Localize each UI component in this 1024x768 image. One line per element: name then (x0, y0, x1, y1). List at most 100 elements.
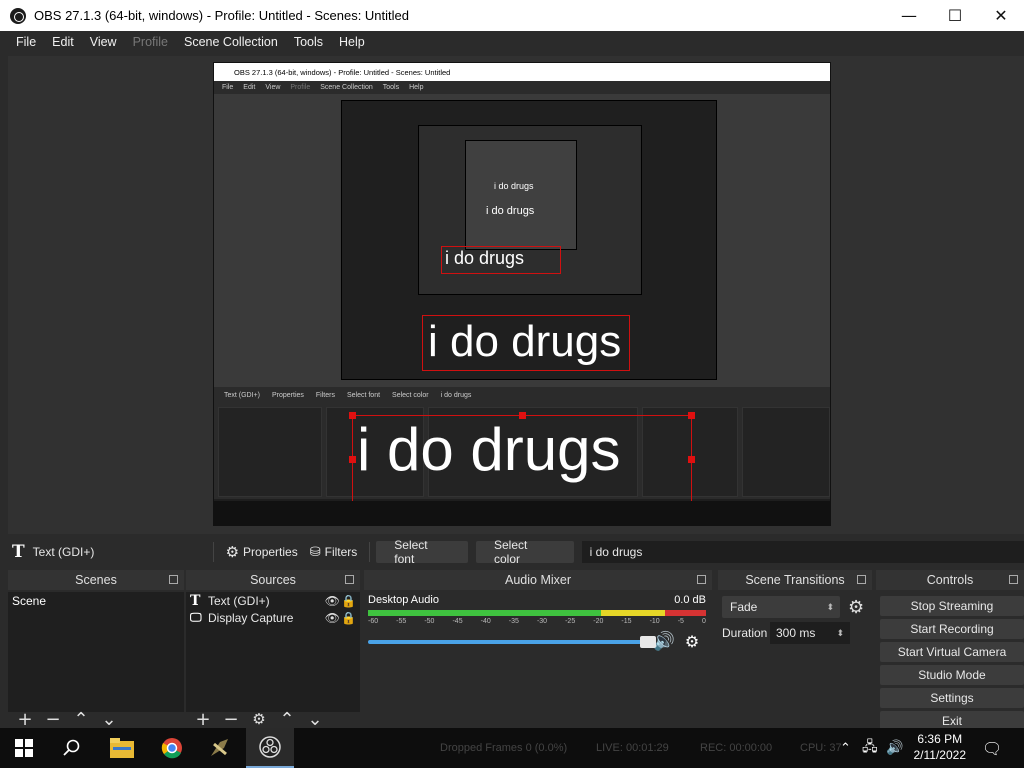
nested-capture-3: i do drugs i do drugs (465, 140, 577, 250)
move-down-icon[interactable]: ⌄ (304, 709, 326, 730)
remove-icon[interactable]: − (220, 709, 242, 730)
scenes-dock-title: Scenes (75, 573, 117, 587)
status-dropped-frames: Dropped Frames 0 (0.0%) (440, 742, 568, 754)
search-icon[interactable] (48, 728, 96, 768)
notifications-icon[interactable]: 🗨 (982, 728, 1002, 768)
system-clock[interactable]: 6:36 PM 2/11/2022 (914, 731, 967, 763)
resize-handle[interactable] (519, 412, 526, 419)
transition-select[interactable]: Fade ⬍ (722, 596, 840, 618)
preview-canvas[interactable]: OBS 27.1.3 (64-bit, windows) - Profile: … (213, 62, 831, 526)
app-icon[interactable] (196, 728, 244, 768)
chrome-icon[interactable] (148, 728, 196, 768)
controls-dock: Controls Stop Streaming Start Recording … (876, 570, 1024, 731)
preview-mini-taskbar (214, 501, 830, 525)
menu-edit[interactable]: Edit (44, 35, 82, 49)
status-live: LIVE: 00:01:29 (596, 742, 669, 754)
resize-handle[interactable] (688, 456, 695, 463)
source-item[interactable]: 🖵 Display Capture 👁 🔒 (186, 609, 360, 626)
preview-mini-title: OBS 27.1.3 (64-bit, windows) - Profile: … (214, 63, 830, 81)
audio-mixer-dock: Audio Mixer Desktop Audio 0.0 dB -60 -55-… (364, 570, 712, 730)
menu-help[interactable]: Help (331, 35, 373, 49)
text-source-icon: T (190, 592, 201, 609)
visibility-eye-icon[interactable]: 👁 (325, 611, 340, 625)
menu-profile[interactable]: Profile (125, 35, 176, 49)
move-up-icon[interactable]: ⌃ (70, 709, 92, 730)
sources-dock: Sources T Text (GDI+) 👁 🔒 🖵 Display Capt… (186, 570, 360, 730)
menu-tools[interactable]: Tools (286, 35, 331, 49)
move-down-icon[interactable]: ⌄ (98, 709, 120, 730)
minimize-button[interactable]: — (886, 0, 932, 31)
select-font-button[interactable]: Select font (376, 538, 468, 566)
gear-icon[interactable]: ⚙ (848, 597, 864, 618)
studio-mode-button[interactable]: Studio Mode (880, 665, 1024, 685)
source-item-label: Display Capture (208, 610, 294, 625)
volume-icon[interactable]: 🔊 (886, 728, 903, 768)
remove-icon[interactable]: − (42, 709, 64, 730)
undock-icon[interactable] (345, 575, 354, 584)
properties-button[interactable]: ⚙ Properties (220, 543, 304, 561)
preview-area: OBS 27.1.3 (64-bit, windows) - Profile: … (8, 56, 1024, 534)
settings-button[interactable]: Settings (880, 688, 1024, 708)
close-button[interactable]: ✕ (978, 0, 1024, 31)
network-icon[interactable]: 🖧 (862, 728, 878, 768)
source-bounding-box[interactable]: i do drugs (349, 412, 695, 508)
start-virtual-camera-button[interactable]: Start Virtual Camera (880, 642, 1024, 662)
gear-icon[interactable]: ⚙ (248, 710, 270, 728)
scenes-toolbar: + − ⌃ ⌄ (8, 708, 184, 730)
gear-icon: ⚙ (225, 543, 240, 561)
resize-handle[interactable] (349, 412, 356, 419)
obs-icon[interactable] (246, 728, 294, 768)
resize-handle[interactable] (349, 456, 356, 463)
lock-icon[interactable]: 🔒 (341, 611, 356, 625)
nested-capture-1: i do drugs i do drugs i do drugs i do dr… (341, 100, 717, 380)
scene-item[interactable]: Scene (8, 592, 184, 610)
window-title: OBS 27.1.3 (64-bit, windows) - Profile: … (34, 8, 409, 23)
echo-text: i do drugs (486, 205, 535, 217)
tray-chevron-icon[interactable]: ⌃ (840, 728, 851, 768)
status-rec: REC: 00:00:00 (700, 742, 773, 754)
obs-logo-icon (10, 7, 26, 24)
preview-nested-capture: i do drugs i do drugs i do drugs i do dr… (214, 94, 830, 387)
file-explorer-icon[interactable] (98, 728, 146, 768)
sources-toolbar: + − ⚙ ⌃ ⌄ (186, 708, 360, 730)
menu-bar: File Edit View Profile Scene Collection … (0, 31, 1024, 52)
windows-start-icon[interactable] (0, 728, 48, 768)
menu-file[interactable]: File (8, 35, 44, 49)
echo-text: i do drugs (357, 416, 621, 483)
undock-icon[interactable] (857, 575, 866, 584)
filters-button[interactable]: ⛁ Filters (304, 545, 364, 560)
separator (212, 542, 214, 562)
add-icon[interactable]: + (14, 709, 36, 730)
volume-slider-knob[interactable] (640, 635, 656, 648)
gear-icon[interactable]: ⚙ (678, 632, 706, 651)
source-item-label: Text (GDI+) (208, 593, 270, 608)
undock-icon[interactable] (169, 575, 178, 584)
resize-handle[interactable] (688, 412, 695, 419)
selected-source-name: Text (GDI+) (32, 545, 95, 559)
menu-scene-collection[interactable]: Scene Collection (176, 35, 286, 49)
menu-view[interactable]: View (82, 35, 125, 49)
lock-icon[interactable]: 🔒 (341, 594, 356, 608)
stop-streaming-button[interactable]: Stop Streaming (880, 596, 1024, 616)
mixer-channel: Desktop Audio 0.0 dB -60 -55 -50 -45 -40 -35-… (368, 594, 706, 652)
mini-dock-controls (742, 407, 830, 497)
text-input[interactable]: i do drugs (581, 541, 1024, 563)
monitor-icon: 🖵 (190, 610, 202, 624)
source-item[interactable]: T Text (GDI+) 👁 🔒 (186, 592, 360, 609)
undock-icon[interactable] (1009, 575, 1018, 584)
maximize-button[interactable]: ☐ (932, 0, 978, 31)
visibility-eye-icon[interactable]: 👁 (325, 594, 340, 608)
volume-slider[interactable] (368, 635, 656, 648)
audio-mixer-title: Audio Mixer (505, 573, 571, 587)
select-color-button[interactable]: Select color (476, 538, 574, 566)
duration-input[interactable]: 300 ms ⬍ (770, 622, 850, 644)
add-icon[interactable]: + (192, 709, 214, 730)
undock-icon[interactable] (697, 575, 706, 584)
status-cpu: CPU: 37 (800, 742, 842, 754)
window-controls: — ☐ ✕ (886, 0, 1024, 31)
echo-text: i do drugs (494, 181, 534, 191)
echo-text: i do drugs (428, 317, 622, 366)
move-up-icon[interactable]: ⌃ (276, 709, 298, 730)
meter-scale: -60 -55 -50 -45 -40 -35 -30 -25 -20 -15 -10 -5 0 (368, 618, 706, 625)
start-recording-button[interactable]: Start Recording (880, 619, 1024, 639)
